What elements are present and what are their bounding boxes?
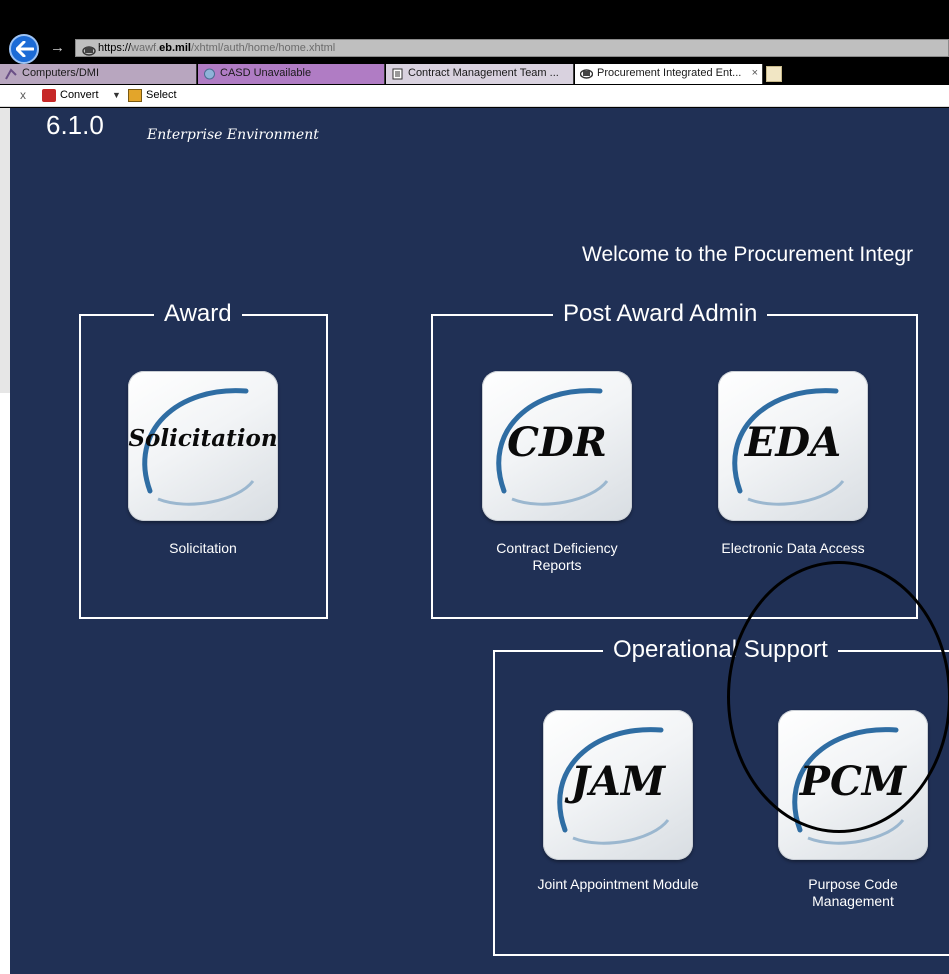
tab-strip: Computers/DMI CASD Unavailable Contract … bbox=[0, 64, 949, 84]
pcm-caption[interactable]: Purpose Code Management bbox=[788, 876, 918, 910]
close-icon[interactable]: x bbox=[20, 89, 26, 101]
tab-procurement-integrated[interactable]: Procurement Integrated Ent... × bbox=[575, 64, 763, 84]
convert-label: Convert bbox=[60, 89, 99, 101]
chevron-down-icon[interactable]: ▼ bbox=[112, 88, 121, 103]
gutter-shade bbox=[0, 108, 10, 393]
tab-casd-unavailable[interactable]: CASD Unavailable bbox=[198, 64, 385, 84]
tile-text: JAM bbox=[570, 758, 666, 805]
page-icon bbox=[82, 43, 96, 61]
jam-tile[interactable]: JAM bbox=[543, 710, 693, 860]
pcm-tile[interactable]: PCM bbox=[778, 710, 928, 860]
tab-label: CASD Unavailable bbox=[220, 67, 312, 79]
close-tab-icon[interactable]: × bbox=[752, 64, 758, 83]
welcome-heading: Welcome to the Procurement Integr bbox=[582, 243, 914, 266]
group-title: Post Award Admin bbox=[553, 299, 768, 329]
command-bar: x Convert ▼ Select bbox=[0, 85, 949, 107]
new-tab-icon[interactable] bbox=[766, 66, 782, 82]
cdr-tile[interactable]: CDR bbox=[482, 371, 632, 521]
select-button[interactable]: Select bbox=[128, 88, 177, 103]
cdr-caption[interactable]: Contract Deficiency Reports bbox=[472, 540, 642, 574]
solicitation-caption[interactable]: Solicitation bbox=[128, 540, 278, 557]
eda-tile[interactable]: EDA bbox=[718, 371, 868, 521]
tab-contract-management-team[interactable]: Contract Management Team ... bbox=[386, 64, 574, 84]
solicitation-tile[interactable]: Solicitation bbox=[128, 371, 278, 521]
environment-label: Enterprise Environment bbox=[147, 127, 319, 143]
jam-caption[interactable]: Joint Appointment Module bbox=[513, 876, 723, 893]
pdf-convert-icon bbox=[42, 89, 56, 102]
select-icon bbox=[128, 89, 142, 102]
document-icon bbox=[392, 68, 403, 80]
tile-text: PCM bbox=[799, 758, 907, 805]
address-bar[interactable]: https://wawf.eb.mil/xhtml/auth/home/home… bbox=[75, 39, 949, 57]
tile-text: CDR bbox=[507, 419, 607, 466]
group-title: Operational Support bbox=[603, 635, 838, 665]
page-icon bbox=[580, 69, 593, 79]
browser-title-bar bbox=[0, 0, 949, 38]
globe-icon bbox=[204, 68, 215, 80]
tab-label: Computers/DMI bbox=[22, 67, 100, 79]
page-content: 6.1.0 Enterprise Environment Welcome to … bbox=[10, 108, 949, 974]
eda-caption[interactable]: Electronic Data Access bbox=[693, 540, 893, 557]
tile-text: EDA bbox=[744, 419, 842, 466]
tab-label: Contract Management Team ... bbox=[408, 67, 559, 79]
group-title: Award bbox=[154, 299, 242, 329]
version-number: 6.1.0 bbox=[46, 110, 104, 140]
tile-text: Solicitation bbox=[128, 425, 278, 452]
left-gutter bbox=[0, 108, 10, 974]
tab-label: Procurement Integrated Ent... bbox=[597, 67, 742, 79]
url-text[interactable]: https://wawf.eb.mil/xhtml/auth/home/home… bbox=[98, 41, 335, 56]
convert-button[interactable]: Convert bbox=[42, 88, 99, 103]
page-icon bbox=[5, 68, 17, 80]
back-arrow-icon[interactable] bbox=[9, 34, 39, 64]
forward-arrow-icon[interactable]: → bbox=[50, 40, 65, 56]
tab-computers-dmi[interactable]: Computers/DMI bbox=[0, 64, 197, 84]
select-label: Select bbox=[146, 89, 177, 101]
